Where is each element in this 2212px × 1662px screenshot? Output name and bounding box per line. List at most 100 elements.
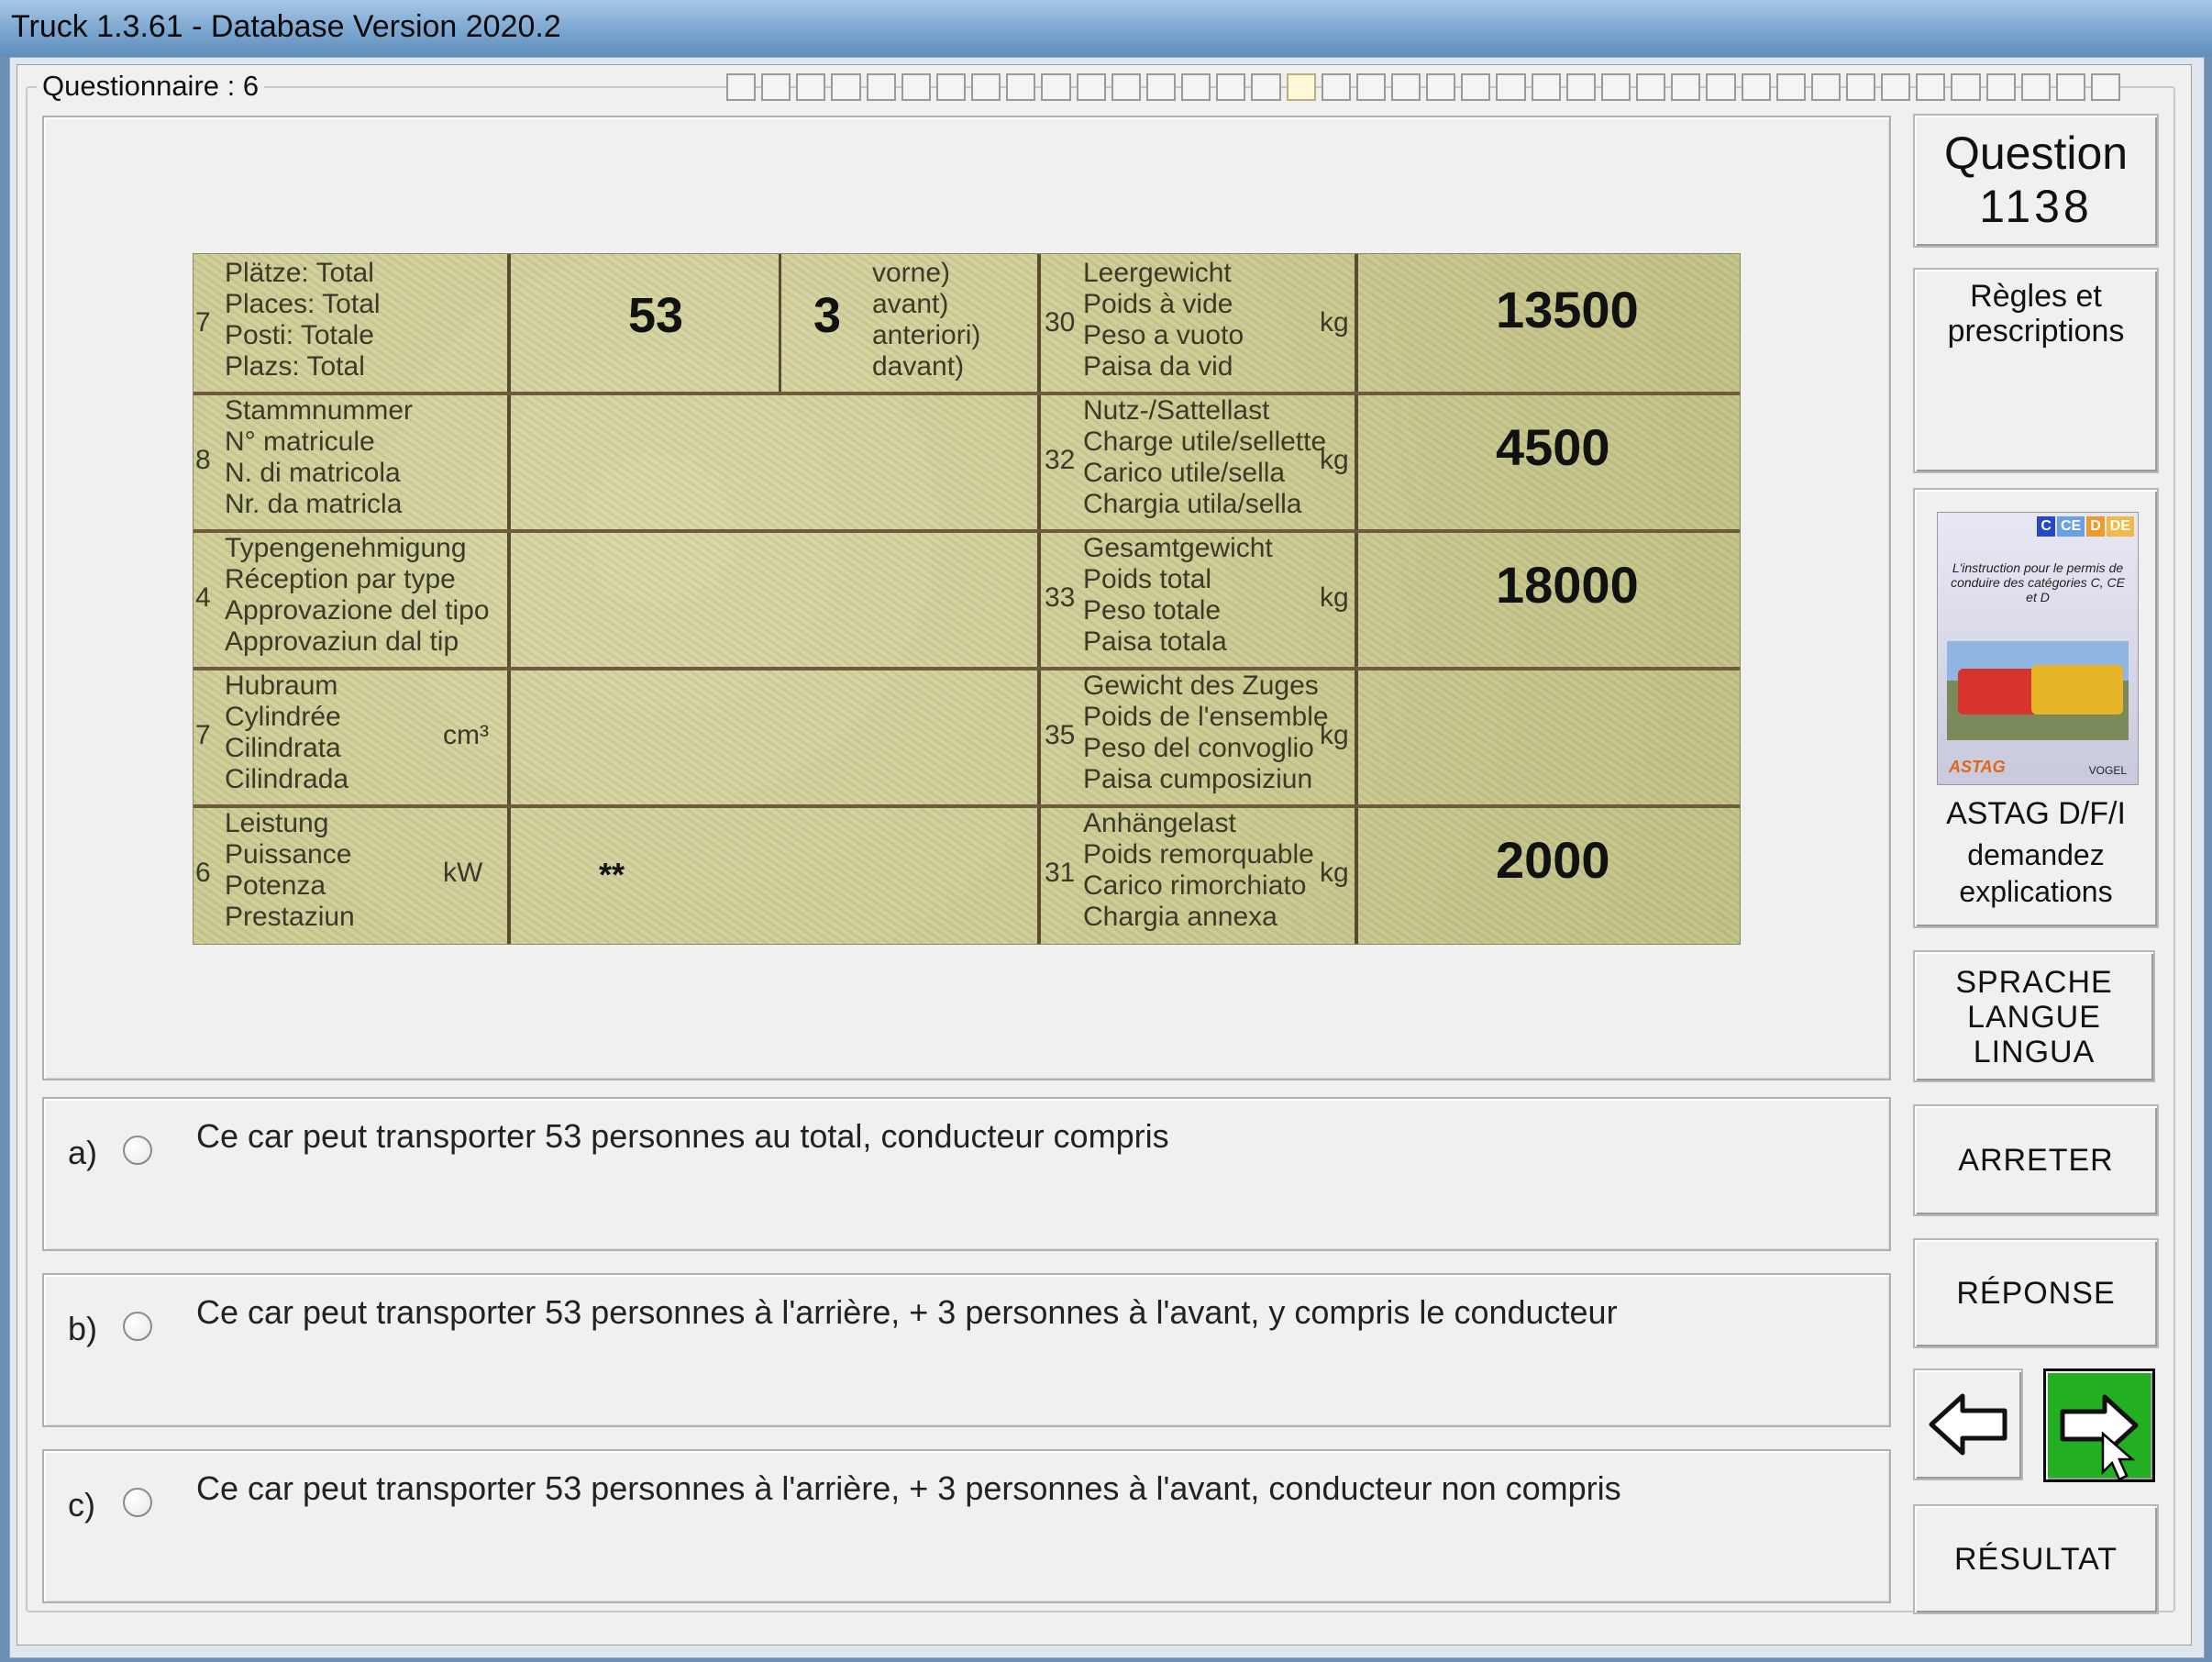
document-text: Cilindrada — [225, 764, 349, 794]
title-bar[interactable]: Truck 1.3.61 - Database Version 2020.2 — [0, 0, 2212, 57]
astag-book-button[interactable]: C CE D DE L'instruction pour le permis d… — [1913, 488, 2159, 928]
progress-cell — [1531, 73, 1561, 101]
answer-radio[interactable] — [123, 1136, 152, 1165]
document-text: Puissance — [225, 839, 352, 870]
document-text: 53 — [628, 288, 684, 343]
language-button[interactable]: SPRACHE LANGUE LINGUA — [1913, 950, 2155, 1082]
progress-cell — [1985, 73, 2016, 101]
progress-cell — [2055, 73, 2086, 101]
progress-cell — [1671, 73, 1701, 101]
book-tag: CE — [2056, 516, 2085, 537]
document-text: Réception par type — [225, 564, 456, 594]
rules-label-line1: Règles et — [1970, 279, 2102, 314]
document-text: Paisa totala — [1083, 626, 1227, 657]
document-text: Peso a vuoto — [1083, 320, 1244, 350]
document-text: Poids de l'ensemble — [1083, 702, 1329, 732]
document-text: Posti: Totale — [225, 320, 374, 350]
progress-cell — [1600, 73, 1631, 101]
answer-option-c[interactable]: c) Ce car peut transporter 53 personnes … — [42, 1449, 1891, 1603]
document-text: Approvazione del tipo — [225, 595, 490, 626]
progress-cell — [1216, 73, 1246, 101]
astag-title: ASTAG D/F/I — [1946, 796, 2126, 831]
document-text: Leergewicht — [1083, 258, 1232, 288]
astag-logo: ASTAG — [1949, 758, 2006, 776]
document-text: Gesamtgewicht — [1083, 533, 1273, 563]
document-text: Gewicht des Zuges — [1083, 670, 1319, 701]
document-text: Hubraum — [225, 670, 338, 701]
document-text: Cylindrée — [225, 702, 341, 732]
document-text: kW — [443, 858, 483, 888]
document-text: Peso totale — [1083, 595, 1222, 626]
progress-cell — [1426, 73, 1456, 101]
document-text: Plätze: Total — [225, 258, 374, 288]
questionnaire-label: Questionnaire : 6 — [37, 70, 265, 103]
rules-label-line2: prescriptions — [1947, 314, 2125, 349]
progress-cell — [866, 73, 896, 101]
vogel-logo: VOGEL — [2088, 764, 2127, 777]
document-text: 7 — [195, 720, 211, 750]
document-text: 4 — [195, 582, 211, 613]
answer-radio[interactable] — [123, 1312, 152, 1341]
mouse-cursor-icon — [2101, 1432, 2136, 1481]
progress-cell — [1111, 73, 1141, 101]
document-text: Cilindrata — [225, 733, 341, 763]
book-tag: DE — [2106, 516, 2134, 537]
truck-bus-photo — [1947, 641, 2129, 740]
progress-cell — [935, 73, 967, 101]
document-text: 3 — [813, 288, 842, 343]
progress-cell — [726, 73, 757, 101]
progress-cell — [1181, 73, 1211, 101]
answer-radio[interactable] — [123, 1488, 152, 1517]
answer-letter: a) — [68, 1134, 98, 1171]
document-text: Plazs: Total — [225, 351, 365, 382]
document-text: kg — [1320, 582, 1349, 613]
document-text: Chargia annexa — [1083, 902, 1277, 932]
document-text: anteriori) — [872, 320, 981, 350]
progress-cell — [1390, 73, 1421, 101]
progress-cell — [1741, 73, 1771, 101]
progress-cell — [1916, 73, 1946, 101]
stop-button[interactable]: ARRETER — [1913, 1104, 2159, 1216]
answer-option-b[interactable]: b) Ce car peut transporter 53 personnes … — [42, 1273, 1891, 1427]
document-text: Paisa cumposiziun — [1083, 764, 1313, 794]
document-text: 2000 — [1496, 831, 1610, 889]
document-text: Approvaziun dal tip — [225, 626, 459, 657]
document-text: Nutz-/Sattellast — [1083, 395, 1270, 426]
progress-cell — [1636, 73, 1666, 101]
answer-button[interactable]: RÉPONSE — [1913, 1238, 2159, 1348]
progress-cell — [1145, 73, 1177, 101]
document-text: Potenza — [225, 870, 326, 901]
document-text: 18000 — [1496, 556, 1639, 614]
progress-cell — [1355, 73, 1386, 101]
progress-cell — [1251, 73, 1281, 101]
document-text: Stammnummer — [225, 395, 414, 426]
progress-cell — [1286, 73, 1316, 101]
document-text: 8 — [195, 445, 211, 475]
document-text: N° matricule — [225, 427, 375, 457]
previous-button[interactable] — [1913, 1368, 2023, 1480]
document-text: Poids à vide — [1083, 289, 1233, 319]
result-button[interactable]: RÉSULTAT — [1913, 1504, 2159, 1614]
document-text: N. di matricola — [225, 458, 401, 488]
document-text: Carico utile/sella — [1083, 458, 1286, 488]
document-text: 6 — [195, 858, 211, 888]
rules-button[interactable]: Règles et prescriptions — [1913, 268, 2159, 473]
progress-cell — [1951, 73, 1981, 101]
document-text: 33 — [1045, 582, 1076, 613]
document-text: Typengenehmigung — [225, 533, 467, 563]
document-text: Anhängelast — [1083, 808, 1236, 838]
book-cover-image: C CE D DE L'instruction pour le permis d… — [1937, 512, 2139, 785]
question-number-box: Question 1138 — [1913, 114, 2159, 248]
progress-cell — [2091, 73, 2121, 101]
answer-option-a[interactable]: a) Ce car peut transporter 53 personnes … — [42, 1097, 1891, 1251]
document-text: Nr. da matricla — [225, 489, 403, 519]
window-title: Truck 1.3.61 - Database Version 2020.2 — [11, 9, 561, 44]
progress-cell — [2020, 73, 2051, 101]
document-text: cm³ — [443, 720, 489, 750]
progress-cell — [1810, 73, 1841, 101]
progress-cell — [1775, 73, 1806, 101]
document-text: Peso del convoglio — [1083, 733, 1314, 763]
vehicle-registration-image: 7 Plätze: Total Places: Total Posti: Totale… — [193, 253, 1741, 945]
document-text: avant) — [872, 289, 949, 319]
next-button[interactable] — [2043, 1368, 2155, 1482]
